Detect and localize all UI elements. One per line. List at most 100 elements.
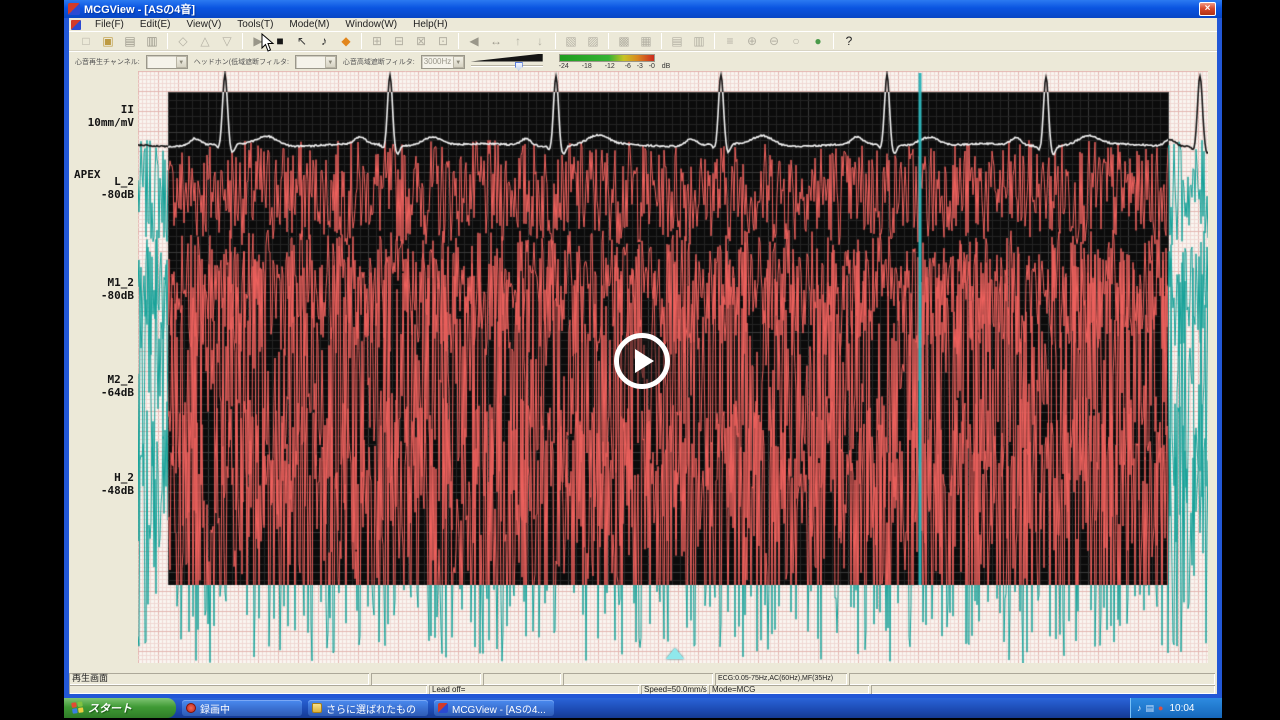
channel-label-l_2: L_2 -80dB: [100, 175, 134, 201]
chevron-down-icon: ▼: [324, 55, 336, 68]
video-play-button[interactable]: [614, 333, 670, 389]
toolbar-button[interactable]: ▨: [583, 33, 603, 50]
toolbar-button[interactable]: ▤: [667, 33, 687, 50]
menu-bar: File(F) Edit(E) View(V) Tools(T) Mode(M) Wind…: [69, 18, 1217, 31]
toolbar-button[interactable]: ▩: [614, 33, 634, 50]
toolbar-button[interactable]: ⊠: [411, 33, 431, 50]
window-title: MCGView - [ASの4音]: [84, 4, 196, 16]
print-button[interactable]: ▥: [142, 33, 162, 50]
menu-item-mode[interactable]: Mode(M): [281, 19, 337, 30]
app-window: MCGView - [ASの4音] × File(F) Edit(E) View(V…: [64, 0, 1222, 698]
menu-item-help[interactable]: Help(H): [405, 19, 455, 30]
status-cell: [563, 673, 713, 685]
toolbar-button[interactable]: ▧: [561, 33, 581, 50]
menu-item-view[interactable]: View(V): [178, 19, 229, 30]
new-button[interactable]: □: [76, 33, 96, 50]
toolbar-button[interactable]: ▥: [689, 33, 709, 50]
toolbar-button[interactable]: ⊕: [742, 33, 762, 50]
toolbar-button[interactable]: ▦: [636, 33, 656, 50]
toolbar-button[interactable]: ⊖: [764, 33, 784, 50]
marker-button[interactable]: ◆: [336, 33, 356, 50]
channel-label-h_2: H_2 -48dB: [100, 471, 134, 497]
volume-wedge-icon: [470, 53, 543, 62]
task-label: さらに選ばれたもの: [326, 704, 416, 716]
volume-track: [470, 64, 543, 67]
status-cell: ECG:0.05-75Hz,AC(60Hz),MF(35Hz): [715, 673, 847, 685]
toolbar-separator: [661, 33, 662, 49]
volume-thumb[interactable]: [514, 61, 523, 71]
toolbar-button[interactable]: ↓: [530, 33, 550, 50]
lowcut-filter-select[interactable]: ▼: [294, 54, 337, 69]
meter-tick-label: -12: [604, 62, 615, 70]
volume-slider[interactable]: [470, 53, 545, 71]
play-channel-select[interactable]: ▼: [145, 54, 188, 69]
meter-tick-label: -18: [581, 62, 592, 70]
menu-item-window[interactable]: Window(W): [337, 19, 405, 30]
meter-tick-label: dB: [661, 62, 671, 70]
toolbar: □ ▣ ▤ ▥ ◇ △ ▽ ▶ ■ ↖ ♪ ◆ ⊞ ⊟ ⊠ ⊡ ◀ ↔ ↑ ↓ ▧ ▨ ▩ ▦ ▤ ▥ ≡ ⊕ ⊖ ○ ●?: [69, 31, 1217, 51]
status-cell: [69, 685, 427, 694]
chevron-down-icon: ▼: [175, 55, 187, 68]
mouse-cursor-icon: [261, 33, 275, 52]
menu-item-edit[interactable]: Edit(E): [132, 19, 179, 30]
meter-tick-label: -3: [636, 62, 643, 70]
channel-label-ii: II 10mm/mV: [87, 103, 134, 129]
channel-label-m1_2: M1_2 -80dB: [100, 276, 134, 302]
status-cell: [371, 673, 481, 685]
toolbar-separator: [833, 33, 834, 49]
recorder-icon[interactable]: ●: [1158, 703, 1163, 713]
toolbar-separator: [167, 33, 168, 49]
device-icon[interactable]: ▤: [1146, 703, 1155, 714]
sound-button[interactable]: ♪: [314, 33, 334, 50]
app-icon: [68, 3, 80, 15]
playback-controls-bar: 心音再生チャンネル: ▼ ヘッドホン(低域遮断フィルタ: ▼ 心音高域遮断フィル…: [69, 51, 1217, 71]
menu-item-file[interactable]: File(F): [87, 19, 132, 30]
chart-area: II 10mm/mV APEX L_2 -80dB M1_2 -80dB M2_2 -64dB H…: [70, 71, 1216, 673]
volume-icon[interactable]: ♪: [1137, 703, 1142, 713]
toolbar-button[interactable]: ⊡: [433, 33, 453, 50]
open-button[interactable]: ▣: [98, 33, 118, 50]
toolbar-separator: [608, 33, 609, 49]
start-button[interactable]: スタート: [64, 698, 176, 718]
level-meter: -24 -18 -12 -6 -3 -0 dB: [558, 53, 671, 71]
windows-flag-icon: [71, 701, 85, 715]
task-button-mcg[interactable]: MCGView - [ASの4...: [434, 700, 554, 716]
toolbar-button[interactable]: ▽: [217, 33, 237, 50]
status-cell: [849, 673, 1215, 685]
menu-item-tools[interactable]: Tools(T): [229, 19, 281, 30]
user-button[interactable]: ●: [808, 33, 828, 50]
toolbar-button[interactable]: ◀: [464, 33, 484, 50]
help-button[interactable]: ?: [839, 33, 859, 50]
meter-tick-label: -6: [624, 62, 631, 70]
status-cell: 再生画面: [69, 673, 369, 685]
highcut-filter-select[interactable]: 3000Hz ▼: [420, 54, 465, 69]
status-bar-bottom: Lead off= Speed=50.0mm/s Mode=MCG: [69, 685, 1217, 694]
select-tool-button[interactable]: ↖: [292, 33, 312, 50]
toolbar-button[interactable]: ⊞: [367, 33, 387, 50]
waveform-canvas: [138, 71, 1208, 663]
task-button-folder[interactable]: さらに選ばれたもの: [308, 700, 428, 716]
task-button-record[interactable]: 録画中: [182, 700, 302, 716]
meter-tick-label: -24: [558, 62, 569, 70]
toolbar-separator: [458, 33, 459, 49]
save-button[interactable]: ▤: [120, 33, 140, 50]
toolbar-button[interactable]: △: [195, 33, 215, 50]
toolbar-button[interactable]: ○: [786, 33, 806, 50]
letterbox-left: [0, 0, 64, 720]
status-bar-top: 再生画面 ECG:0.05-75Hz,AC(60Hz),MF(35Hz): [69, 673, 1217, 685]
mdi-child-icon: [71, 19, 81, 30]
taskbar: スタート 録画中 さらに選ばれたもの MCGView - [ASの4... ♪ ▤ ● 1…: [64, 698, 1222, 718]
toolbar-button[interactable]: ↑: [508, 33, 528, 50]
play-channel-label: 心音再生チャンネル:: [75, 58, 140, 66]
highcut-filter-label: 心音高域遮断フィルタ:: [342, 58, 415, 66]
play-icon: [635, 349, 654, 373]
toolbar-button[interactable]: ◇: [173, 33, 193, 50]
close-button[interactable]: ×: [1199, 2, 1216, 16]
toolbar-button[interactable]: ⊟: [389, 33, 409, 50]
level-meter-bar: [558, 53, 655, 62]
toolbar-button[interactable]: ↔: [486, 33, 506, 50]
taskbar-clock: 10:04: [1169, 702, 1195, 714]
toolbar-separator: [714, 33, 715, 49]
toolbar-button[interactable]: ≡: [720, 33, 740, 50]
channel-label-m2_2: M2_2 -64dB: [100, 373, 134, 399]
